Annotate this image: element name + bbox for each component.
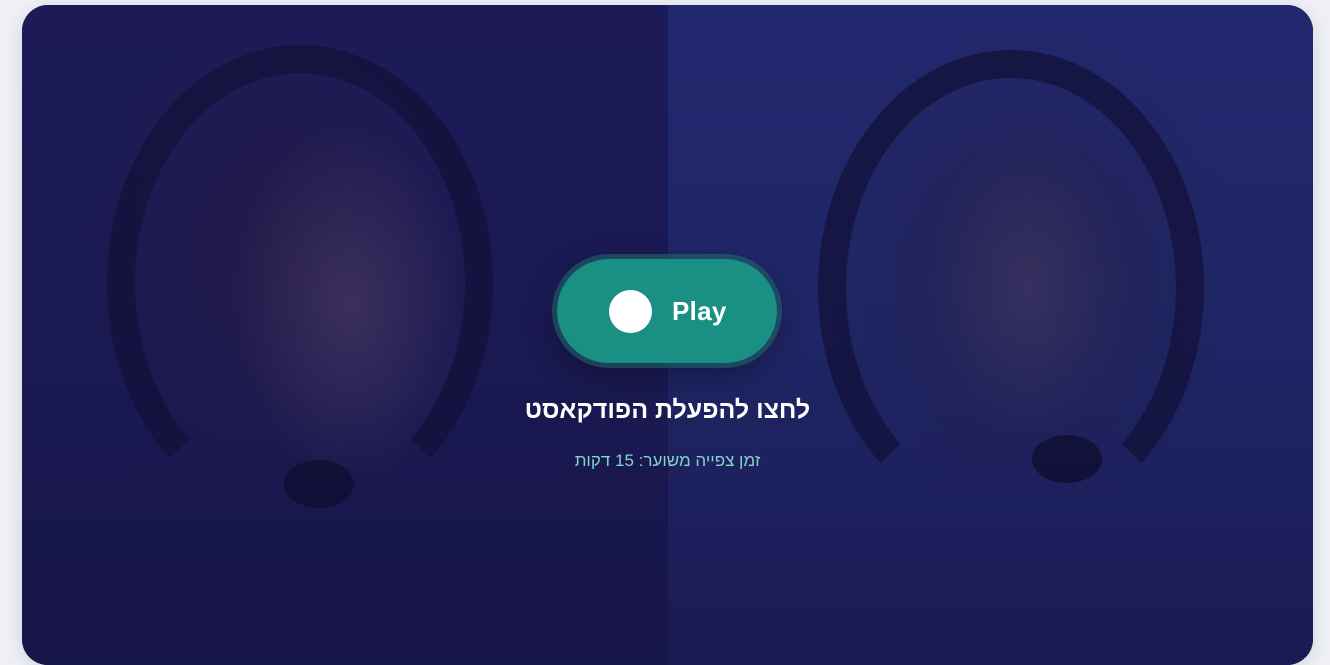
estimated-duration: זמן צפייה משוער: 15 דקות [574,451,761,470]
player-controls: Play לחצו להפעלת הפודקאסט זמן צפייה משוע… [22,5,1313,665]
play-icon [609,289,652,333]
podcast-card: Play לחצו להפעלת הפודקאסט זמן צפייה משוע… [22,5,1313,665]
play-button-label: Play [672,295,727,326]
play-button[interactable]: Play [557,259,777,363]
podcast-title: לחצו להפעלת הפודקאסט [524,396,811,424]
